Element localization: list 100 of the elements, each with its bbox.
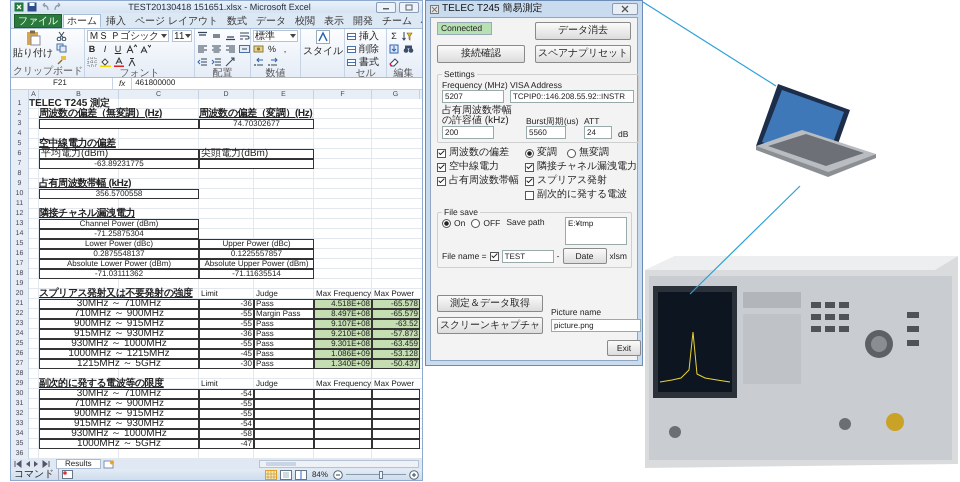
merge-center-icon[interactable] [239, 44, 250, 54]
wrap-text-icon[interactable] [239, 31, 250, 41]
ribbon-tab[interactable]: 表示 [320, 14, 348, 28]
phonetic-icon[interactable] [127, 57, 137, 67]
group-title: Settings [443, 69, 476, 79]
fill-color-icon[interactable] [100, 57, 111, 67]
cell-command-button[interactable]: 削除 [347, 43, 384, 55]
font-size-dropdown[interactable]: 11 [172, 30, 192, 42]
grow-font-icon[interactable] [126, 44, 137, 54]
ribbon-tab[interactable]: 挿入 [102, 14, 130, 28]
radio-button[interactable] [525, 148, 534, 158]
ribbon-tab[interactable]: ページ レイアウト [131, 14, 222, 28]
decrease-indent-icon[interactable] [197, 57, 208, 67]
number-style-button[interactable]: , [280, 44, 290, 54]
align-center-icon[interactable] [211, 44, 222, 54]
save-path-field[interactable]: E:¥tmp [564, 217, 627, 245]
checkbox[interactable] [437, 176, 446, 186]
scrollbar-thumb[interactable] [266, 462, 296, 466]
input-field[interactable]: 200 [442, 126, 494, 139]
shrink-font-icon[interactable] [140, 44, 151, 54]
ribbon-tab[interactable]: ホーム [63, 14, 101, 28]
zoom-slider-thumb[interactable] [378, 470, 383, 478]
increase-decimal-icon[interactable] [253, 57, 264, 67]
horizontal-scrollbar[interactable] [259, 460, 419, 468]
input-field[interactable]: 5207 [442, 90, 504, 103]
zoom-out-icon[interactable] [333, 470, 343, 480]
group-label: 配置 [212, 68, 234, 79]
name-box[interactable]: F21 [13, 78, 113, 89]
radio-button[interactable] [471, 218, 480, 228]
table-cell [314, 419, 372, 429]
ribbon-tab[interactable]: 校閲 [290, 14, 319, 28]
command-button[interactable]: 測定＆データ取得 [437, 295, 543, 312]
format-painter-icon[interactable] [56, 55, 67, 65]
eraser-icon[interactable] [389, 57, 400, 67]
input-field[interactable]: 24 [584, 126, 612, 139]
decrease-decimal-icon[interactable] [267, 57, 278, 67]
new-sheet-icon[interactable] [102, 460, 115, 468]
scissors-icon[interactable] [56, 31, 67, 41]
format-button[interactable]: B [87, 44, 97, 54]
sort-filter-icon[interactable] [402, 31, 413, 41]
table-cell [314, 399, 372, 409]
number-style-button[interactable]: % [267, 44, 278, 54]
minimize-button[interactable] [376, 2, 396, 12]
fill-down-icon[interactable] [389, 44, 400, 54]
radio-button[interactable] [567, 148, 576, 158]
autosum-button[interactable]: Σ [389, 30, 399, 42]
find-icon[interactable] [403, 44, 414, 54]
file-name-field[interactable]: TEST [502, 250, 554, 262]
input-field[interactable]: TCPIP0::146.208.55.92::INSTR [510, 90, 634, 103]
checkbox[interactable] [525, 190, 534, 200]
align-left-icon[interactable] [197, 44, 208, 54]
picture-name-field[interactable]: picture.png [551, 319, 641, 332]
orientation-icon[interactable] [225, 57, 236, 67]
close-button[interactable] [612, 3, 638, 15]
align-right-icon[interactable] [225, 44, 236, 54]
increase-indent-icon[interactable] [211, 57, 222, 67]
ribbon-tab[interactable]: チーム [378, 14, 416, 28]
formula-field[interactable]: 461800000 [131, 78, 420, 89]
font-name-dropdown[interactable]: ＭＳ Ｐゴシック [87, 30, 169, 42]
command-button[interactable]: スクリーンキャプチャ [437, 317, 543, 334]
last-sheet-icon[interactable] [42, 460, 50, 468]
font-color-icon[interactable] [114, 57, 124, 67]
format-button[interactable]: U [113, 44, 123, 54]
checkbox[interactable] [490, 252, 499, 260]
checkbox[interactable] [525, 176, 534, 186]
ribbon-tab[interactable]: 開発 [348, 14, 377, 28]
cell-command-button[interactable]: 書式 [347, 56, 384, 68]
border-icon[interactable] [87, 57, 97, 67]
checkbox[interactable] [437, 148, 446, 158]
command-button[interactable]: 接続確認 [437, 45, 525, 63]
cell-command-button[interactable]: 挿入 [347, 30, 384, 42]
ribbon-tab[interactable]: 数式 [222, 14, 251, 28]
command-button[interactable]: スペアナプリセット [535, 45, 631, 63]
sheet-tab[interactable]: Results [56, 459, 101, 469]
macro-record-icon[interactable] [62, 470, 73, 479]
date-button[interactable]: Date [562, 248, 606, 264]
input-field[interactable]: 5560 [526, 126, 566, 139]
page-break-preview-icon[interactable] [294, 470, 307, 480]
paste-button[interactable]: 貼り付け [13, 30, 53, 66]
page-layout-icon[interactable] [280, 470, 292, 480]
styles-button[interactable]: スタイル [303, 30, 343, 77]
copy-icon[interactable] [56, 43, 67, 53]
command-button[interactable]: データ消去 [535, 22, 631, 40]
ribbon-tab[interactable]: ファイル [14, 14, 62, 28]
number-format-dropdown[interactable]: 標準 [253, 30, 298, 42]
save-icon[interactable] [27, 2, 37, 12]
table-cell: 915MHz ～ 930MHz [39, 419, 199, 429]
checkbox[interactable] [525, 162, 534, 172]
exit-button[interactable]: Exit [607, 340, 641, 356]
checkbox[interactable] [437, 162, 446, 172]
next-sheet-icon[interactable] [33, 460, 40, 468]
first-sheet-icon[interactable] [14, 460, 22, 468]
insert-function-button[interactable]: fx [117, 78, 128, 88]
radio-button[interactable] [442, 218, 451, 228]
previous-sheet-icon[interactable] [24, 460, 31, 468]
ribbon-tab[interactable]: データ [252, 14, 290, 28]
currency-icon[interactable] [253, 44, 264, 54]
format-button[interactable]: I [100, 44, 110, 54]
zoom-in-icon[interactable] [409, 470, 419, 480]
maximize-button[interactable] [399, 2, 419, 12]
